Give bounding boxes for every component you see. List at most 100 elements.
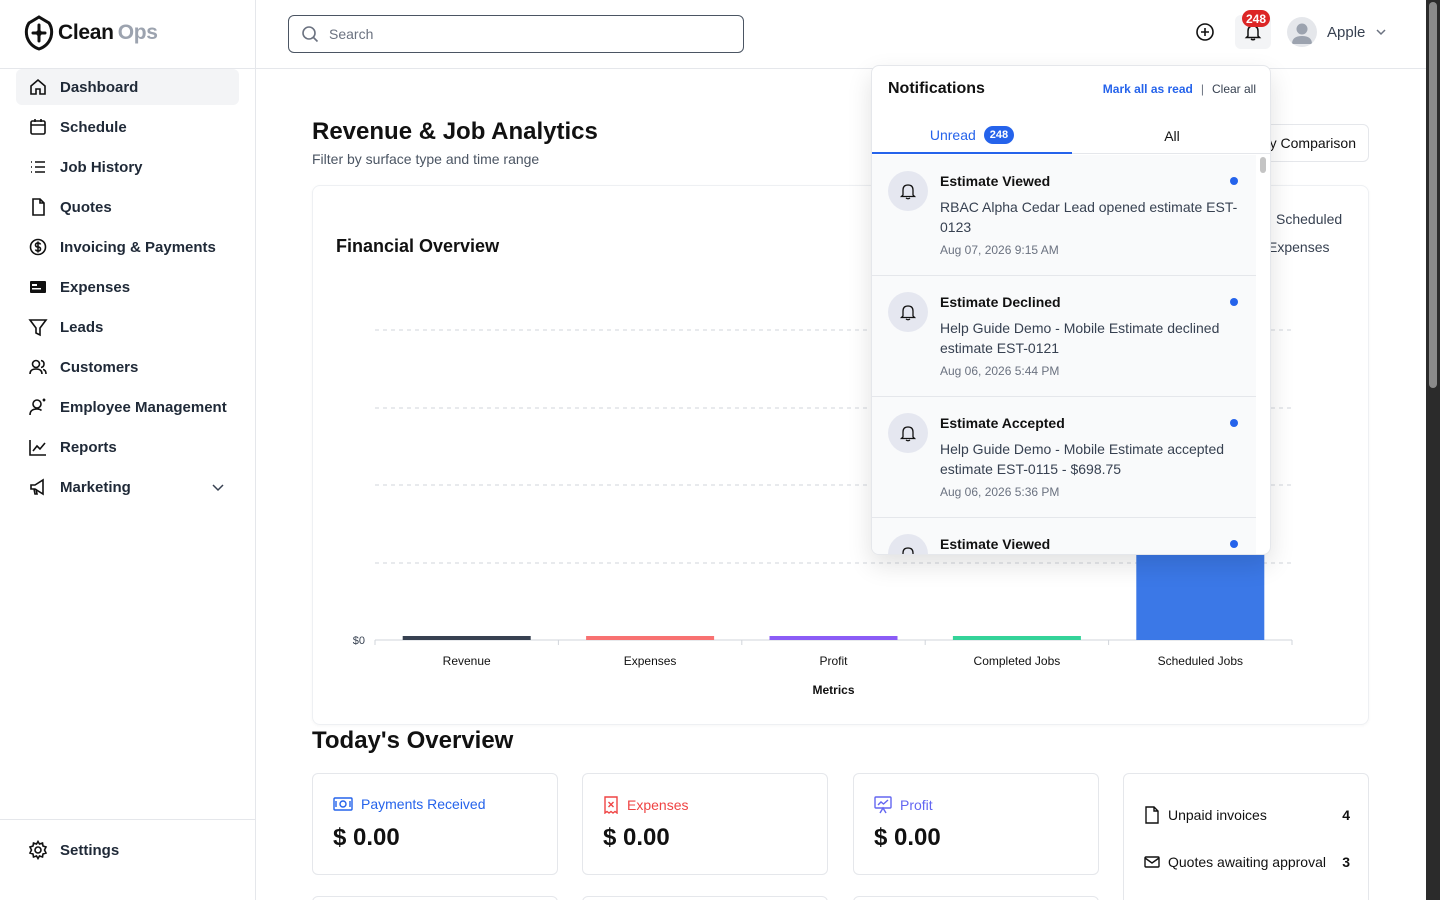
chevron-down-icon[interactable] [211,480,225,494]
sidebar-item-expenses[interactable]: Expenses [16,269,239,305]
clear-all-link[interactable]: Clear all [1212,82,1256,96]
stat-card-label: Payments Received [333,796,486,812]
tab-unread[interactable]: Unread 248 [872,118,1072,154]
stat-label-text: Expenses [627,797,689,813]
actions-separator: | [1200,82,1204,96]
receipt-icon [28,277,48,297]
notification-title: Estimate Accepted [940,415,1065,431]
notification-item[interactable]: Estimate Viewed RBAC Alpha Cedar Lead op… [872,155,1256,276]
x-tick-label: Completed Jobs [974,654,1061,668]
stat-card-payments[interactable]: Payments Received $ 0.00 [312,773,558,875]
summary-row-quotes-awaiting[interactable]: Quotes awaiting approval 3 [1144,854,1350,870]
stat-card-profit[interactable]: Profit $ 0.00 [853,773,1099,875]
stat-value: $ 0.00 [874,824,941,851]
notification-message: Help Guide Demo - Mobile Estimate declin… [940,320,1220,356]
summary-count: 4 [1342,807,1350,823]
money-icon [333,797,353,811]
sidebar-item-employee-management[interactable]: Employee Management [16,389,239,425]
stat-card-label: Expenses [603,796,688,814]
x-tick-label: Profit [819,654,848,668]
notifications-actions: Mark all as read | Clear all [1103,82,1256,96]
sidebar-item-customers[interactable]: Customers [16,349,239,385]
page-title: Revenue & Job Analytics [312,118,598,145]
document-icon [28,197,48,217]
tab-all[interactable]: All [1072,118,1270,154]
stat-card-expenses[interactable]: Expenses $ 0.00 [582,773,828,875]
page-scrollbar[interactable] [1426,0,1440,900]
scroll-thumb[interactable] [1429,2,1437,388]
notifications-tabs: Unread 248 All [872,118,1270,154]
calendar-icon [28,117,48,137]
notification-bubble [888,534,928,554]
sidebar-settings: Settings [16,832,239,872]
x-tick-label: Expenses [624,654,677,668]
filter-icon [28,317,48,337]
mark-all-read-link[interactable]: Mark all as read [1103,82,1193,96]
bar-completed-jobs [952,636,1081,640]
logo-mark-icon [24,15,54,51]
sidebar-nav: Dashboard Schedule Job History Quotes In… [16,69,239,509]
notification-bubble [888,292,928,332]
sidebar-item-label: Marketing [60,478,131,496]
sidebar-item-quotes[interactable]: Quotes [16,189,239,225]
sidebar-item-dashboard[interactable]: Dashboard [16,69,239,105]
notification-item[interactable]: Estimate Accepted Help Guide Demo - Mobi… [872,397,1256,518]
stat-label-text: Payments Received [361,796,486,812]
scroll-thumb[interactable] [1260,157,1266,173]
notification-bubble [888,413,928,453]
bell-icon [899,184,917,200]
notification-bubble [888,171,928,211]
sidebar-item-label: Expenses [60,278,131,296]
sidebar-item-job-history[interactable]: Job History [16,149,239,185]
sidebar-item-leads[interactable]: Leads [16,309,239,345]
sidebar-item-reports[interactable]: Reports [16,429,239,465]
summary-row-unpaid-invoices[interactable]: Unpaid invoices 4 [1144,806,1350,824]
list-icon [28,157,48,177]
notification-count-badge: 248 [1242,10,1271,27]
gear-icon [28,840,48,860]
add-icon[interactable] [1194,21,1216,43]
chart-title: Financial Overview [336,236,500,256]
summary-card: Unpaid invoices 4 Quotes awaiting approv… [1123,773,1369,900]
trend-board-icon [874,796,892,814]
sidebar-item-label: Job History [60,158,143,176]
tab-label: Unread [929,127,976,143]
unread-dot [1230,540,1238,548]
user-name: Apple [1327,23,1366,41]
notifications-list: Estimate Viewed RBAC Alpha Cedar Lead op… [872,155,1256,554]
tab-label: All [1164,128,1180,144]
stat-label-text: Profit [900,797,933,813]
sidebar-item-schedule[interactable]: Schedule [16,109,239,145]
sidebar-item-marketing[interactable]: Marketing [16,469,239,505]
bar-expenses [586,636,715,640]
bar-revenue [402,636,531,640]
search-input[interactable] [329,26,709,42]
notification-item[interactable]: Estimate Viewed [872,518,1256,554]
search-bar[interactable] [288,15,744,53]
overview-title: Today's Overview [312,727,514,754]
legend-item-expenses[interactable]: Expenses [1268,239,1329,255]
notification-item[interactable]: Estimate Declined Help Guide Demo - Mobi… [872,276,1256,397]
app-logo[interactable]: Clean Ops [24,14,158,52]
sidebar-item-settings[interactable]: Settings [16,832,239,868]
logo-text-primary: Clean [58,21,114,44]
stat-value: $ 0.00 [603,824,670,851]
legend-item-scheduled[interactable]: Scheduled [1276,211,1342,227]
mail-icon [1144,856,1160,868]
notifications-panel: Notifications Mark all as read | Clear a… [871,65,1271,555]
sidebar-item-label: Employee Management [60,398,227,416]
unread-count-badge: 248 [983,126,1015,144]
bell-icon [899,305,917,321]
sidebar-item-label: Settings [60,841,120,859]
x-tick-label: Scheduled Jobs [1158,654,1243,668]
notifications-scrollbar[interactable] [1258,155,1270,554]
user-menu[interactable]: Apple [1287,17,1387,47]
page-subtitle: Filter by surface type and time range [312,151,540,167]
sidebar-item-invoicing[interactable]: Invoicing & Payments [16,229,239,265]
unread-dot [1230,298,1238,306]
chevron-down-icon [1376,29,1386,36]
stat-card-row2 [853,896,1099,900]
sidebar-item-label: Leads [60,318,104,336]
stat-card-row2 [312,896,558,900]
notification-time: Aug 07, 2026 9:15 AM [940,243,1059,257]
